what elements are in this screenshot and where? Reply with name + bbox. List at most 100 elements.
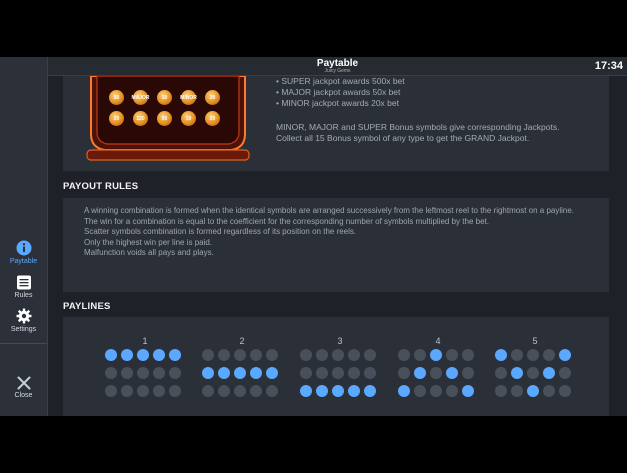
payline-dot	[250, 349, 262, 361]
payline-dot-active	[266, 367, 278, 379]
payline-dot	[348, 349, 360, 361]
payline-dot	[202, 349, 214, 361]
payline-dot	[462, 367, 474, 379]
info-icon	[16, 240, 31, 256]
jackpot-major-line: • MAJOR jackpot awards 50x bet	[276, 87, 401, 97]
bonus-coin: 20	[109, 111, 124, 126]
payline-dot	[137, 385, 149, 397]
close-label: Close	[14, 392, 33, 399]
paylines-heading: PAYLINES	[63, 301, 111, 312]
close-icon	[17, 376, 30, 390]
rule-line: Malfunction voids all pays and plays.	[84, 248, 214, 257]
bonus-coin: 50	[157, 111, 172, 126]
bonus-coin: MAJOR	[131, 90, 150, 105]
payline-dot-active	[527, 385, 539, 397]
jackpot-super-line: • SUPER jackpot awards 500x bet	[276, 76, 405, 86]
sidebar-item-paytable[interactable]: Paytable	[0, 240, 47, 276]
paytable-screen: Paytable Rules Settings Close Paytable J…	[0, 57, 627, 416]
payline-dot	[316, 367, 328, 379]
payline-dot	[364, 367, 376, 379]
payline-dot	[250, 385, 262, 397]
payline-dot	[414, 385, 426, 397]
payout-rules-heading: PAYOUT RULES	[63, 181, 139, 192]
payline-dot	[446, 349, 458, 361]
payline-dot	[430, 367, 442, 379]
sidebar-item-label: Rules	[14, 292, 33, 299]
payline-dot	[543, 385, 555, 397]
payline-dot	[153, 367, 165, 379]
bonus-coin: 20	[205, 111, 220, 126]
rule-line: Only the highest win per line is paid.	[84, 237, 213, 247]
payline-number: 1	[142, 336, 148, 346]
gear-icon	[16, 308, 31, 324]
payline-dot	[348, 367, 360, 379]
payline-dot-active	[511, 367, 523, 379]
bonus-paragraph-2: Collect all 15 Bonus symbol of any type …	[276, 133, 530, 143]
bonus-coin: 10	[157, 90, 172, 105]
payline-dot	[169, 367, 181, 379]
sidebar-item-settings[interactable]: Settings	[0, 308, 47, 344]
paylines-panel: 1 2 3 4 5	[63, 317, 609, 416]
payline-dot	[398, 349, 410, 361]
bonus-panel: 50 MAJOR 10 MINOR 20 20 120 50 10 20 • SUPER jack…	[63, 76, 609, 171]
payline-dot	[398, 367, 410, 379]
payline-dot-active	[202, 367, 214, 379]
payline-dot-active	[414, 367, 426, 379]
clock: 17:34	[594, 60, 623, 72]
bonus-paragraph-1: MINOR, MAJOR and SUPER Bonus symbols giv…	[276, 122, 560, 132]
payline-number: 2	[239, 336, 245, 346]
payline-dot-active	[364, 385, 376, 397]
sidebar-item-label: Paytable	[9, 258, 38, 265]
rule-line: The win for a combination is equal to th…	[84, 216, 489, 226]
jackpot-list: • SUPER jackpot awards 500x bet • MAJOR …	[276, 76, 405, 109]
payline-dot	[105, 385, 117, 397]
payline-dot-active	[121, 349, 133, 361]
payline-dot-active	[316, 385, 328, 397]
payline-dot-active	[218, 367, 230, 379]
payline-dot-active	[105, 349, 117, 361]
payline-dot	[169, 385, 181, 397]
payline-dot-active	[332, 385, 344, 397]
sidebar-item-label: Settings	[10, 326, 37, 333]
payline-dot	[446, 385, 458, 397]
payline-dot-active	[495, 349, 507, 361]
payline-dot-active	[137, 349, 149, 361]
payline-dot	[121, 385, 133, 397]
payline-dot	[527, 349, 539, 361]
sidebar-item-rules[interactable]: Rules	[0, 275, 47, 311]
payline-dot	[527, 367, 539, 379]
jackpot-minor-line: • MINOR jackpot awards 20x bet	[276, 98, 399, 108]
payline-dot-active	[559, 349, 571, 361]
payline-dot	[153, 385, 165, 397]
sidebar: Paytable Rules Settings Close	[0, 57, 48, 416]
game-name: Juicy Gems	[324, 68, 351, 74]
payline-dot	[105, 367, 117, 379]
payline-dot	[300, 349, 312, 361]
payline-dot	[430, 385, 442, 397]
bonus-coin: MINOR	[180, 90, 197, 105]
payline-dot	[316, 349, 328, 361]
payline-dot	[218, 385, 230, 397]
rule-line: Scatter symbols combination is formed re…	[84, 227, 357, 236]
payline-dot	[234, 349, 246, 361]
payline-dot	[218, 349, 230, 361]
payline-dot-active	[348, 385, 360, 397]
payline-dot-active	[153, 349, 165, 361]
bonus-coin: 120	[133, 111, 148, 126]
payline-dot	[543, 349, 555, 361]
payline-dot	[511, 385, 523, 397]
bonus-machine-image: 50 MAJOR 10 MINOR 20 20 120 50 10 20	[83, 76, 253, 162]
sidebar-divider	[0, 343, 47, 344]
payline-dot-active	[446, 367, 458, 379]
payline-dot	[559, 367, 571, 379]
payline-dot	[121, 367, 133, 379]
payline-dot-active	[234, 367, 246, 379]
payline-number: 4	[435, 336, 441, 346]
payline-dot	[332, 349, 344, 361]
payline-dot-active	[300, 385, 312, 397]
bonus-coin: 50	[109, 90, 124, 105]
payline-dot	[462, 349, 474, 361]
payline-dot-active	[250, 367, 262, 379]
close-button[interactable]: Close	[0, 376, 47, 412]
payline-dot	[137, 367, 149, 379]
